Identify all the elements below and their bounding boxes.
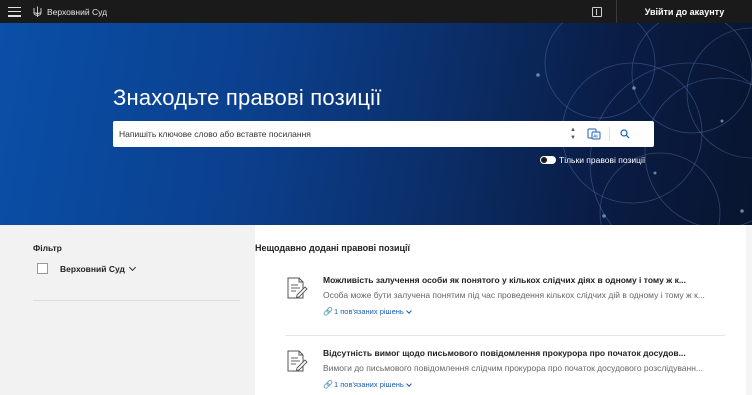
- filter-option-label[interactable]: Верховний Суд: [60, 264, 125, 274]
- link-icon: 🔗: [323, 380, 333, 389]
- filter-checkbox[interactable]: [37, 263, 48, 274]
- item-description: Особа може бути залучена понятим під час…: [323, 290, 705, 300]
- filter-title: Фільтр: [33, 243, 62, 253]
- login-button[interactable]: Увійти до акаунту: [617, 7, 752, 17]
- related-decisions-label[interactable]: 1 пов'язаних рішень: [334, 307, 404, 316]
- filter-option-supreme-court[interactable]: Верховний Суд: [37, 263, 136, 274]
- trident-icon[interactable]: [33, 6, 42, 18]
- item-title[interactable]: Можливість залучення особи як понятого у…: [323, 275, 723, 285]
- hero-banner: Знаходьте правові позиції ▲▼ AI Тільки п…: [0, 23, 752, 225]
- document-edit-icon: [287, 350, 308, 372]
- recent-positions-panel: Нещодавно додані правові позиції Можливі…: [255, 225, 752, 395]
- search-bar: ▲▼ AI: [113, 121, 654, 147]
- item-description: Вимоги до письмового повідомлення слідчи…: [323, 363, 704, 373]
- divider: [285, 335, 725, 336]
- svg-text:AI: AI: [593, 134, 598, 139]
- toggle-label: Тільки правові позиції: [559, 155, 646, 165]
- related-decisions-label[interactable]: 1 пов'язаних рішень: [334, 380, 404, 389]
- top-bar: Верховний Суд Увійти до акаунту: [0, 0, 752, 23]
- top-right-actions: Увійти до акаунту: [592, 0, 752, 23]
- related-decisions-link[interactable]: 🔗 1 пов'язаних рішень: [323, 380, 412, 389]
- brand-name[interactable]: Верховний Суд: [47, 7, 107, 17]
- legal-positions-toggle-row: Тільки правові позиції: [540, 155, 645, 165]
- chevron-down-icon[interactable]: [405, 307, 412, 314]
- related-decisions-link[interactable]: 🔗 1 пов'язаних рішень: [323, 307, 412, 316]
- link-icon: 🔗: [323, 307, 333, 316]
- divider: [33, 300, 240, 301]
- page-title: Знаходьте правові позиції: [113, 85, 382, 110]
- ai-search-icon[interactable]: AI: [579, 122, 609, 146]
- filter-panel: Фільтр Верховний Суд: [0, 225, 255, 395]
- search-icon[interactable]: [610, 122, 640, 146]
- chevron-down-icon[interactable]: [128, 263, 136, 271]
- document-edit-icon: [287, 277, 308, 299]
- stepper-arrows[interactable]: ▲ ▼: [567, 122, 579, 146]
- section-title: Нещодавно додані правові позиції: [255, 243, 411, 253]
- scrollbar[interactable]: [746, 225, 752, 395]
- legal-positions-toggle[interactable]: [540, 156, 556, 164]
- search-input[interactable]: [113, 122, 565, 146]
- item-title[interactable]: Відсутність вимог щодо письмового повідо…: [323, 348, 723, 358]
- hamburger-icon[interactable]: [8, 6, 21, 17]
- chevron-down-icon[interactable]: [405, 380, 412, 387]
- book-icon[interactable]: [592, 6, 602, 17]
